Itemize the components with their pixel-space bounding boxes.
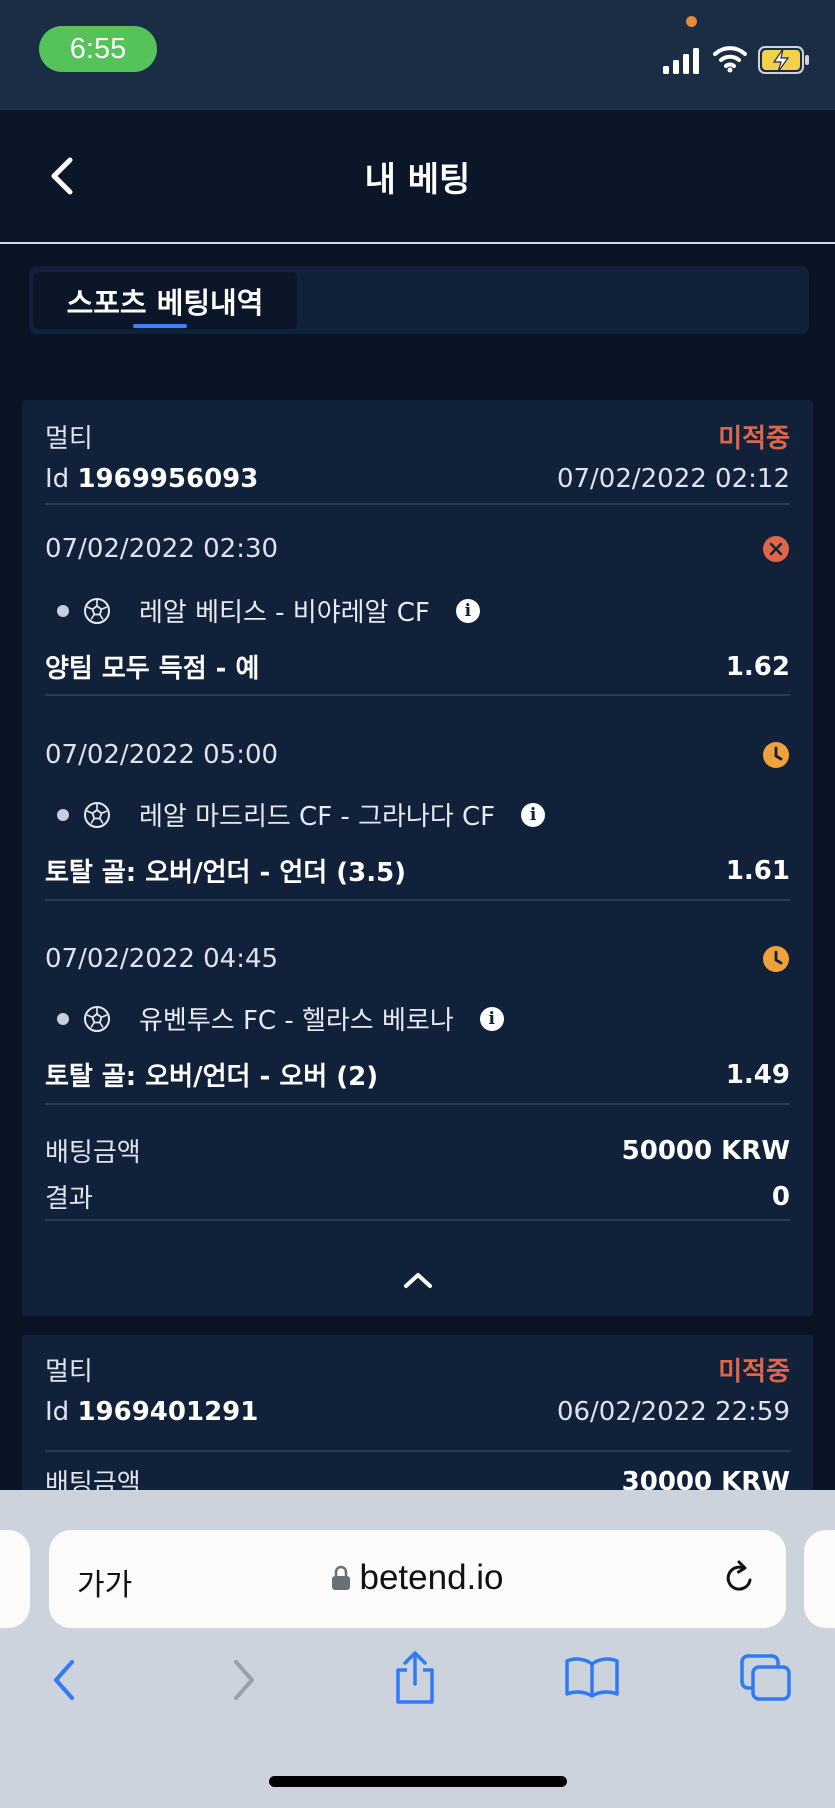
bet-card: 멀티 미적중 Id 1969956093 07/02/2022 02:12 07…: [22, 400, 813, 1316]
selection-odds: 1.61: [725, 855, 790, 886]
bet-id-value: 1969956093: [77, 464, 259, 494]
status-bar: 6:55: [0, 0, 835, 110]
home-indicator: [269, 1776, 567, 1787]
page-title: 내 베팅: [364, 160, 471, 200]
selection-time: 07/02/2022 02:30: [45, 534, 279, 564]
active-tab-indicator: [133, 324, 187, 328]
tab-label: 스포츠 베팅내역: [66, 285, 264, 320]
selection-market: 토탈 골: 오버/언더 - 오버 (2): [45, 1062, 379, 1092]
share-icon[interactable]: [392, 1650, 438, 1706]
selection-odds: 1.62: [725, 651, 790, 682]
bet-type: 멀티: [45, 1357, 93, 1387]
soccer-ball-icon: [84, 1005, 110, 1032]
bet-id-value: 1969401291: [77, 1397, 259, 1427]
bet-card: 멀티 미적중 Id 1969401291 06/02/2022 22:59 배팅…: [22, 1335, 813, 1515]
bullet-dot: [57, 1012, 69, 1025]
stake-label: 배팅금액: [45, 1138, 141, 1168]
url-text: betend.io: [359, 1558, 504, 1597]
result-value: 0: [771, 1181, 790, 1212]
divider: [45, 694, 790, 696]
bet-status-badge: 미적중: [718, 1357, 790, 1387]
bet-id-label: Id: [45, 1397, 70, 1427]
selection-event: 레알 베티스 - 비야레알 CF i: [57, 592, 480, 629]
reload-icon[interactable]: [719, 1558, 759, 1598]
tab-bar: 스포츠 베팅내역: [29, 266, 809, 334]
info-icon[interactable]: i: [479, 1006, 504, 1031]
soccer-ball-icon: [84, 801, 110, 828]
bet-type: 멀티: [45, 424, 93, 454]
privacy-indicator-dot: [686, 16, 697, 27]
info-icon[interactable]: i: [521, 802, 546, 827]
divider: [45, 1450, 790, 1452]
lock-icon: [332, 1565, 351, 1590]
bullet-dot: [57, 604, 69, 617]
browser-toolbar: 가가 betend.io: [0, 1490, 835, 1808]
event-name: 레알 베티스 - 비야레알 CF: [139, 598, 430, 628]
soccer-ball-icon: [84, 597, 110, 624]
url-display: betend.io: [49, 1558, 786, 1598]
divider: [45, 899, 790, 901]
bet-status-badge: 미적중: [718, 424, 790, 454]
selection-market: 양팀 모두 득점 - 예: [45, 654, 260, 684]
selection-event: 유벤투스 FC - 헬라스 베로나 i: [57, 1000, 504, 1037]
selection-time: 07/02/2022 04:45: [45, 944, 279, 974]
lost-x-icon: [763, 536, 789, 562]
bet-placed-at: 07/02/2022 02:12: [556, 464, 790, 494]
divider: [45, 503, 790, 505]
cellular-signal-icon: [663, 48, 699, 74]
wifi-icon: [713, 46, 747, 73]
event-name: 레알 마드리드 CF - 그라나다 CF: [139, 802, 496, 832]
previous-tab-preview[interactable]: [0, 1530, 30, 1628]
app-header: 내 베팅: [0, 110, 835, 244]
selection-odds: 1.49: [725, 1059, 790, 1090]
collapse-chevron-up-icon[interactable]: [402, 1270, 434, 1290]
next-tab-preview[interactable]: [804, 1530, 835, 1628]
address-bar[interactable]: 가가 betend.io: [49, 1530, 786, 1628]
selection-event: 레알 마드리드 CF - 그라나다 CF i: [57, 796, 546, 833]
status-time: 6:55: [39, 26, 157, 72]
event-name: 유벤투스 FC - 헬라스 베로나: [139, 1006, 454, 1036]
bet-id: Id 1969401291: [45, 1397, 258, 1427]
bet-id: Id 1969956093: [45, 464, 258, 494]
bullet-dot: [57, 808, 69, 821]
bookmarks-icon[interactable]: [564, 1656, 620, 1698]
stake-value: 50000 KRW: [621, 1135, 790, 1166]
divider: [45, 1103, 790, 1105]
info-icon[interactable]: i: [455, 598, 480, 623]
tab-sports-bet-history[interactable]: 스포츠 베팅내역: [33, 272, 297, 329]
tabs-icon[interactable]: [740, 1654, 792, 1702]
result-label: 결과: [45, 1184, 93, 1214]
battery-charging-icon: [758, 46, 809, 74]
divider: [45, 1219, 790, 1221]
selection-time: 07/02/2022 05:00: [45, 740, 279, 770]
bet-placed-at: 06/02/2022 22:59: [556, 1397, 790, 1427]
browser-back-icon[interactable]: [48, 1658, 82, 1702]
bet-id-label: Id: [45, 464, 70, 494]
pending-clock-icon: [763, 742, 789, 768]
selection-market: 토탈 골: 오버/언더 - 언더 (3.5): [45, 858, 407, 888]
browser-forward-icon[interactable]: [226, 1658, 260, 1702]
pending-clock-icon: [763, 946, 789, 972]
